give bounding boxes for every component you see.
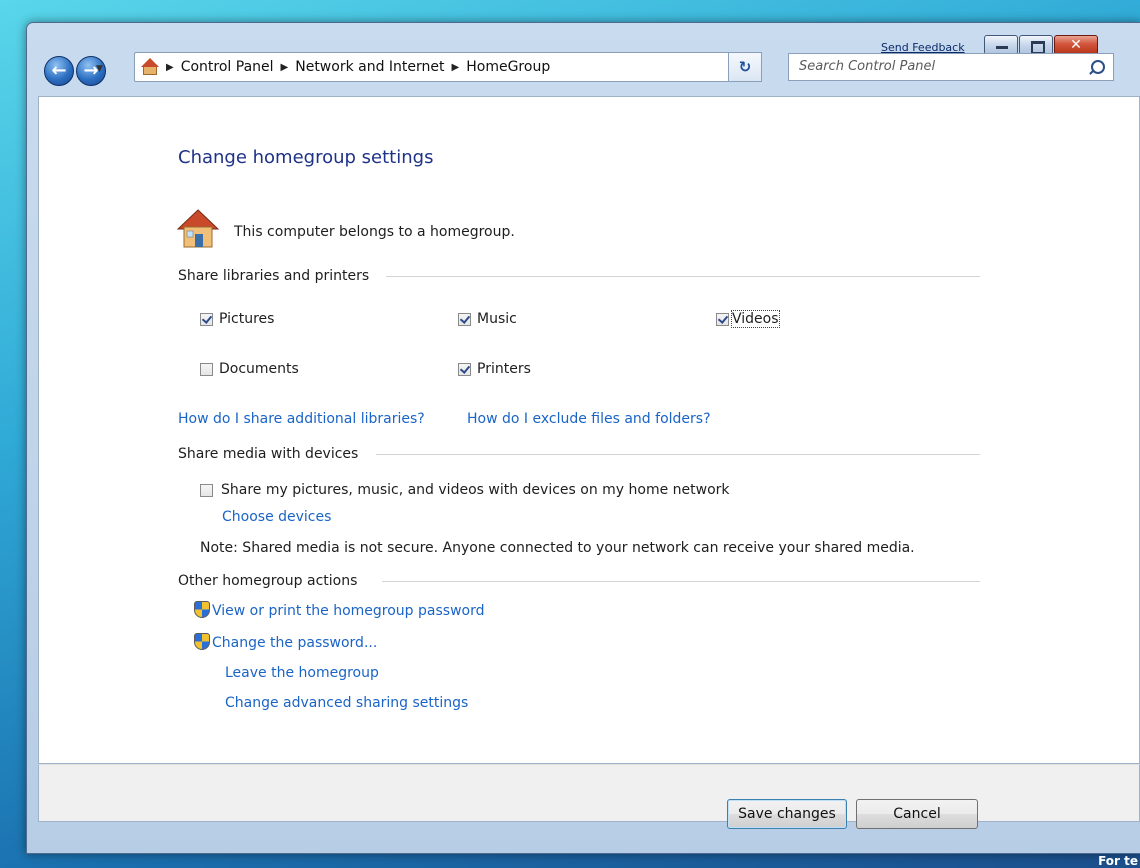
address-bar[interactable]: ▶ Control Panel ▶ Network and Internet ▶… xyxy=(134,52,752,82)
share-additional-libraries-link[interactable]: How do I share additional libraries? xyxy=(178,411,425,427)
checkbox-label: Printers xyxy=(477,361,531,377)
share-media-checkbox[interactable]: Share my pictures, music, and videos wit… xyxy=(200,482,730,498)
breadcrumb-separator-icon[interactable]: ▶ xyxy=(452,62,460,73)
checkbox-box[interactable] xyxy=(716,312,729,326)
share-media-heading: Share media with devices xyxy=(178,446,359,462)
checkbox-label: Pictures xyxy=(219,311,275,327)
printers-checkbox[interactable]: Printers xyxy=(458,361,531,377)
back-arrow-icon: ← xyxy=(51,60,67,81)
search-input[interactable]: Search Control Panel xyxy=(799,59,935,74)
checkbox-box[interactable] xyxy=(200,483,213,497)
checkbox-label: Videos xyxy=(731,310,780,328)
music-checkbox[interactable]: Music xyxy=(458,311,517,327)
uac-shield-icon xyxy=(194,601,210,618)
videos-checkbox[interactable]: Videos xyxy=(716,310,780,328)
checkbox-label: Music xyxy=(477,311,517,327)
advanced-sharing-link[interactable]: Change advanced sharing settings xyxy=(225,695,468,711)
refresh-icon: ↻ xyxy=(738,58,752,76)
change-password-link[interactable]: Change the password... xyxy=(194,633,377,651)
minimize-button[interactable] xyxy=(984,35,1018,55)
documents-checkbox[interactable]: Documents xyxy=(200,361,299,377)
other-actions-heading: Other homegroup actions xyxy=(178,573,358,589)
pictures-checkbox[interactable]: Pictures xyxy=(200,311,274,327)
breadcrumb-separator-icon[interactable]: ▶ xyxy=(166,62,174,73)
media-security-note: Note: Shared media is not secure. Anyone… xyxy=(200,540,915,556)
checkbox-box[interactable] xyxy=(458,312,471,326)
control-panel-home-icon[interactable] xyxy=(141,58,159,76)
recent-pages-dropdown-icon[interactable]: ▼ xyxy=(96,64,103,74)
caption-buttons: ✕ xyxy=(984,35,1099,55)
back-button[interactable]: ← xyxy=(44,56,74,86)
checkbox-label: Share my pictures, music, and videos wit… xyxy=(221,482,730,498)
exclude-files-link[interactable]: How do I exclude files and folders? xyxy=(467,411,711,427)
breadcrumb-network-internet[interactable]: Network and Internet xyxy=(295,59,444,75)
checkbox-box[interactable] xyxy=(200,362,213,376)
save-changes-button[interactable]: Save changes xyxy=(727,799,847,829)
close-icon: ✕ xyxy=(1070,37,1082,53)
maximize-button[interactable] xyxy=(1019,35,1053,55)
link-label[interactable]: View or print the homegroup password xyxy=(212,603,484,619)
divider xyxy=(382,581,980,582)
page-title: Change homegroup settings xyxy=(178,147,434,168)
breadcrumb-homegroup[interactable]: HomeGroup xyxy=(466,59,550,75)
leave-homegroup-link[interactable]: Leave the homegroup xyxy=(225,665,379,681)
close-button[interactable]: ✕ xyxy=(1054,35,1098,55)
content-pane xyxy=(38,96,1140,764)
share-libraries-heading: Share libraries and printers xyxy=(178,268,370,284)
desktop-corner-text: For te xyxy=(1098,854,1138,868)
divider xyxy=(376,454,980,455)
checkbox-box[interactable] xyxy=(458,362,471,376)
link-label[interactable]: Change the password... xyxy=(212,635,377,651)
choose-devices-link[interactable]: Choose devices xyxy=(222,509,331,525)
divider xyxy=(386,276,980,277)
refresh-button[interactable]: ↻ xyxy=(728,52,762,82)
search-icon[interactable] xyxy=(1091,60,1105,74)
view-password-link[interactable]: View or print the homegroup password xyxy=(194,601,484,619)
checkbox-box[interactable] xyxy=(200,312,213,326)
homegroup-status-text: This computer belongs to a homegroup. xyxy=(234,224,515,240)
search-box[interactable]: Search Control Panel xyxy=(788,53,1114,81)
uac-shield-icon xyxy=(194,633,210,650)
checkbox-label: Documents xyxy=(219,361,299,377)
homegroup-house-icon xyxy=(176,209,220,248)
breadcrumb-separator-icon[interactable]: ▶ xyxy=(281,62,289,73)
cancel-button[interactable]: Cancel xyxy=(856,799,978,829)
breadcrumb-control-panel[interactable]: Control Panel xyxy=(181,59,274,75)
